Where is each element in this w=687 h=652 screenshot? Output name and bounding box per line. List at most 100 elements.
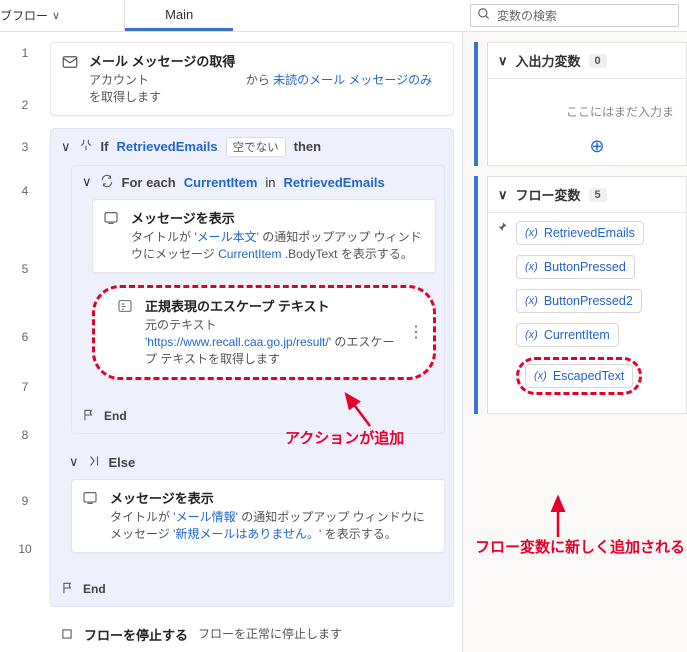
tab-bar: Main <box>124 0 233 31</box>
flow-vars-count: 5 <box>589 188 607 202</box>
flow-var-highlight: (x) EscapedText <box>516 357 642 395</box>
line-gutter: 1 2 3 4 5 6 7 8 9 10 <box>0 32 50 652</box>
line-number: 10 <box>0 542 50 582</box>
end-keyword: End <box>83 582 106 596</box>
annotation-var-added: フロー変数に新しく追加される <box>475 537 685 558</box>
flow-var-item[interactable]: (x) ButtonPressed <box>516 255 635 279</box>
then-keyword: then <box>294 139 321 154</box>
var-x-icon: (x) <box>525 295 538 307</box>
main-area: 1 2 3 4 5 6 7 8 9 10 メール メッセージの取得 アカウント … <box>0 32 687 652</box>
flow-vars-section: ∨ フロー変数 5 (x) RetrievedEmails (x) ButtonPr… <box>487 176 687 414</box>
foreach-head: ∨ For each CurrentItem in RetrievedEmail… <box>72 166 444 199</box>
io-vars-count: 0 <box>589 54 607 68</box>
io-vars-section: ∨ 入出力変数 0 ここにはまだ入力ま ⊕ <box>487 42 687 166</box>
more-menu-icon[interactable]: ⋮ <box>408 322 423 342</box>
var-x-icon: (x) <box>525 227 538 239</box>
flow-var-item[interactable]: (x) EscapedText <box>525 364 633 388</box>
step-regex-escape[interactable]: 正規表現のエスケープ テキスト 元のテキスト 'https://www.reca… <box>92 285 436 380</box>
var-name: ButtonPressed <box>544 260 626 274</box>
step-title: メール メッセージの取得 <box>89 51 443 70</box>
line-number: 8 <box>0 428 50 494</box>
foreach-item-var: CurrentItem <box>184 175 258 190</box>
collapse-icon[interactable]: ∨ <box>82 174 92 190</box>
in-keyword: in <box>265 175 275 190</box>
branch-icon <box>79 138 93 155</box>
line-number: 5 <box>0 262 50 330</box>
step-show-message-1[interactable]: メッセージを表示 タイトルが 'メール本文' の通知ポップアップ ウィンドウにメ… <box>92 199 436 273</box>
else-keyword: Else <box>109 455 136 470</box>
if-block[interactable]: ∨ If RetrievedEmails 空でない then ∨ <box>50 128 454 607</box>
flow-area: 1 2 3 4 5 6 7 8 9 10 メール メッセージの取得 アカウント … <box>0 32 462 652</box>
annotation-arrow-icon <box>340 390 380 430</box>
top-left: ブフロー ∨ Main <box>0 0 462 31</box>
collapse-icon[interactable]: ∨ <box>69 454 79 470</box>
line-number: 7 <box>0 380 50 428</box>
collapse-icon[interactable]: ∨ <box>61 139 71 155</box>
var-name: CurrentItem <box>544 328 610 342</box>
if-cond-chip: 空でない <box>226 137 286 157</box>
chevron-down-icon[interactable]: ∨ <box>52 9 60 22</box>
step-body: タイトルが 'メール情報' の通知ポップアップ ウィンドウにメッセージ '新規メ… <box>110 509 434 544</box>
if-end: End <box>51 573 453 606</box>
variable-search[interactable]: 変数の検索 <box>470 4 679 27</box>
step-body: タイトルが 'メール本文' の通知ポップアップ ウィンドウにメッセージ Curr… <box>131 229 425 264</box>
branch-icon <box>87 454 101 471</box>
message-icon <box>103 210 123 230</box>
flow-var-item[interactable]: (x) ButtonPressed2 <box>516 289 642 313</box>
var-name: RetrievedEmails <box>544 226 635 240</box>
var-x-icon: (x) <box>525 329 538 341</box>
flag-icon <box>61 581 75 598</box>
stop-icon <box>60 627 74 644</box>
line-number: 6 <box>0 330 50 380</box>
loop-icon <box>100 174 114 191</box>
var-x-icon: (x) <box>534 370 547 382</box>
flow-vars-title: フロー変数 <box>516 185 581 204</box>
line-number: 1 <box>0 46 50 98</box>
foreach-block[interactable]: ∨ For each CurrentItem in RetrievedEmail… <box>71 165 445 434</box>
step-title: フローを停止する <box>84 625 188 644</box>
search-placeholder: 変数の検索 <box>497 7 557 24</box>
step-body: アカウント から 未読のメール メッセージのみ を取得します <box>89 72 443 107</box>
var-name: EscapedText <box>553 369 625 383</box>
io-vars-title: 入出力変数 <box>516 51 581 70</box>
step-title: メッセージを表示 <box>131 208 425 227</box>
step-title: メッセージを表示 <box>110 488 434 507</box>
line-number: 2 <box>0 98 50 140</box>
tab-main[interactable]: Main <box>125 0 233 31</box>
chevron-down-icon: ∨ <box>498 53 508 69</box>
var-x-icon: (x) <box>525 261 538 273</box>
if-keyword: If <box>101 139 109 154</box>
end-keyword: End <box>104 409 127 423</box>
search-icon <box>477 7 491 24</box>
step-retrieve-emails[interactable]: メール メッセージの取得 アカウント から 未読のメール メッセージのみ を取得… <box>50 42 454 116</box>
flow-vars-header[interactable]: ∨ フロー変数 5 <box>488 177 686 213</box>
if-head: ∨ If RetrievedEmails 空でない then <box>51 129 453 165</box>
step-body: 元のテキスト 'https://www.recall.caa.go.jp/res… <box>145 317 403 369</box>
step-title: 正規表現のエスケープ テキスト <box>145 296 403 315</box>
else-head: ∨ Else <box>59 446 445 479</box>
io-vars-empty-text: ここにはまだ入力ま <box>516 87 678 136</box>
annotation-action-added: アクションが追加 <box>285 427 404 448</box>
subflow-label: ブフロー <box>0 7 48 24</box>
top-right: 変数の検索 <box>462 0 687 31</box>
mail-icon <box>61 53 81 73</box>
foreach-collection-var: RetrievedEmails <box>284 175 385 190</box>
annotation-arrow-icon <box>543 492 573 542</box>
step-body: フローを正常に停止します <box>198 626 342 643</box>
line-number: 9 <box>0 494 50 542</box>
flag-icon <box>82 408 96 425</box>
flow-var-item[interactable]: (x) RetrievedEmails <box>516 221 644 245</box>
step-show-message-2[interactable]: メッセージを表示 タイトルが 'メール情報' の通知ポップアップ ウィンドウにメ… <box>71 479 445 553</box>
var-name: ButtonPressed2 <box>544 294 633 308</box>
flow-var-item[interactable]: (x) CurrentItem <box>516 323 619 347</box>
steps-column: メール メッセージの取得 アカウント から 未読のメール メッセージのみ を取得… <box>50 32 462 652</box>
chevron-down-icon: ∨ <box>498 187 508 203</box>
line-number: 4 <box>0 184 50 262</box>
top-bar: ブフロー ∨ Main 変数の検索 <box>0 0 687 32</box>
step-stop-flow[interactable]: フローを停止する フローを正常に停止します <box>50 619 454 652</box>
pin-icon[interactable] <box>496 221 508 236</box>
variables-panel: ∨ 入出力変数 0 ここにはまだ入力ま ⊕ ∨ フロー変数 5 (x) Retri… <box>462 32 687 652</box>
io-vars-header[interactable]: ∨ 入出力変数 0 <box>488 43 686 79</box>
message-icon <box>82 490 102 510</box>
text-regex-icon <box>117 298 137 318</box>
